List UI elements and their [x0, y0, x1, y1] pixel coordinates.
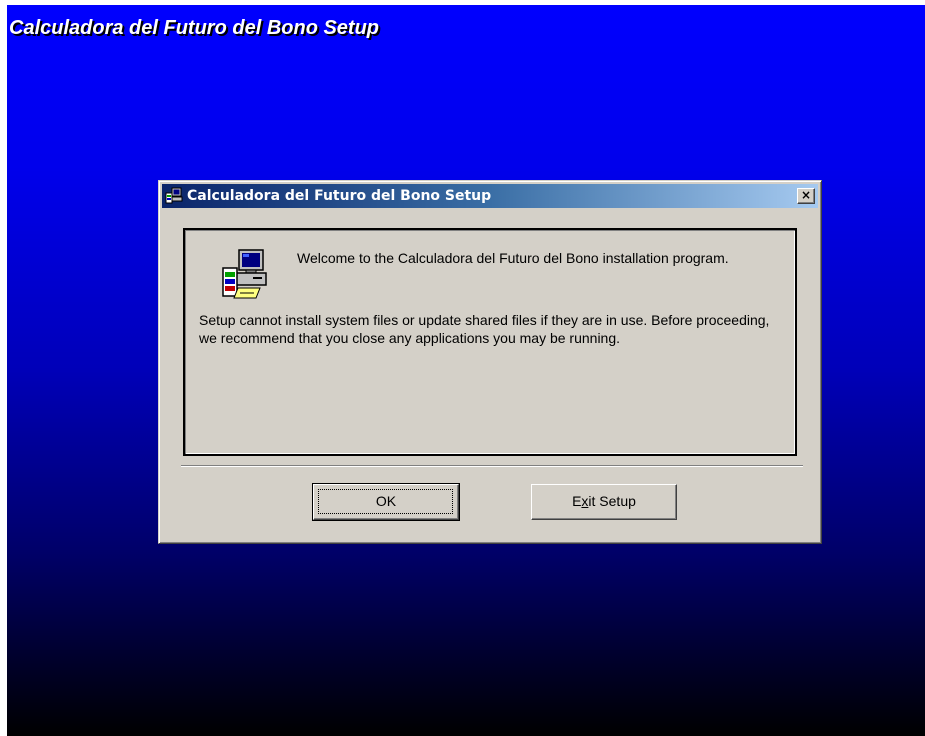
exit-setup-button-label: Exit Setup	[572, 493, 636, 509]
warning-message: Setup cannot install system files or upd…	[199, 312, 770, 346]
ok-button[interactable]: OK	[312, 483, 460, 521]
dialog-title: Calculadora del Futuro del Bono Setup	[187, 188, 492, 204]
welcome-panel: Welcome to the Calculadora del Futuro de…	[183, 228, 797, 456]
close-button[interactable]: ×	[797, 188, 815, 204]
dialog-titlebar[interactable]: Calculadora del Futuro del Bono Setup ×	[162, 184, 818, 208]
ok-button-label: OK	[375, 493, 397, 509]
button-separator	[181, 465, 803, 467]
close-icon: ×	[800, 188, 812, 202]
exit-label-end: it Setup	[588, 493, 636, 509]
setup-dialog: Calculadora del Futuro del Bono Setup ×	[158, 180, 822, 544]
setup-banner-title: Calculadora del Futuro del Bono Setup	[9, 17, 380, 39]
setup-computer-icon	[222, 249, 267, 299]
exit-setup-button[interactable]: Exit Setup	[531, 484, 677, 520]
setup-desktop-background: Calculadora del Futuro del Bono Setup Ca…	[7, 5, 925, 736]
welcome-message: Welcome to the Calculadora del Futuro de…	[297, 250, 729, 266]
setup-computer-icon	[165, 187, 183, 204]
